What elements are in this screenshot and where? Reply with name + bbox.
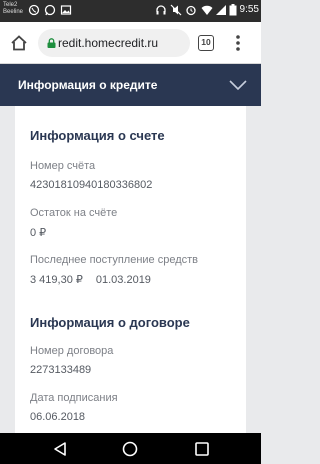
carrier-1: Tele2 — [3, 2, 18, 8]
account-number-label: Номер счёта — [30, 160, 96, 172]
carrier-2: Beeline — [3, 9, 24, 15]
whatsapp-icon — [44, 4, 56, 16]
alarm-icon — [186, 5, 196, 16]
balance-label: Остаток на счёте — [30, 207, 118, 219]
system-nav-bar — [0, 433, 261, 464]
account-number-value: 42301810940180336802 — [30, 179, 153, 191]
signing-date-label: Дата подписания — [30, 392, 118, 404]
contract-info-heading: Информация о договоре — [30, 315, 190, 330]
credit-info-banner[interactable]: Информация о кредите — [0, 64, 261, 106]
wifi-icon — [201, 5, 213, 15]
carrier-names: Tele2 Beeline — [3, 2, 23, 16]
signal-icon — [216, 5, 226, 15]
last-deposit-value: 3 419,30 ₽ 01.03.2019 — [30, 273, 151, 286]
tab-switcher-button[interactable]: 10 — [198, 35, 214, 51]
headset-icon — [156, 5, 166, 15]
viber-icon — [28, 4, 40, 16]
image-icon — [60, 5, 72, 15]
banner-title: Информация о кредите — [18, 78, 158, 92]
browser-toolbar: redit.homecredit.ru 10 — [0, 22, 261, 64]
last-deposit-amount: 3 419,30 ₽ — [30, 274, 83, 286]
more-vert-icon[interactable] — [230, 34, 246, 52]
info-card — [15, 106, 246, 433]
chevron-down-icon[interactable] — [229, 79, 247, 91]
address-bar[interactable]: redit.homecredit.ru — [38, 29, 190, 57]
status-time: 9:55 — [239, 4, 259, 15]
home-icon[interactable] — [10, 34, 28, 52]
mute-icon — [170, 4, 182, 16]
back-icon[interactable] — [52, 441, 68, 457]
contract-number-label: Номер договора — [30, 345, 114, 357]
last-deposit-label: Последнее поступление средств — [30, 254, 199, 266]
battery-icon — [229, 4, 237, 16]
balance-value: 0 ₽ — [30, 227, 47, 239]
last-deposit-date: 01.03.2019 — [95, 274, 151, 286]
page-content: Информация о кредите Информация о счете … — [0, 64, 261, 433]
url-text: redit.homecredit.ru — [58, 36, 159, 50]
home-circle-icon[interactable] — [122, 441, 138, 457]
signing-date-value: 06.06.2018 — [30, 411, 86, 423]
contract-number-value: 2273133489 — [30, 364, 92, 376]
status-bar: Tele2 Beeline 9:55 — [0, 0, 261, 22]
account-info-heading: Информация о счете — [30, 128, 165, 143]
recents-icon[interactable] — [194, 441, 210, 457]
lock-icon — [47, 38, 56, 48]
